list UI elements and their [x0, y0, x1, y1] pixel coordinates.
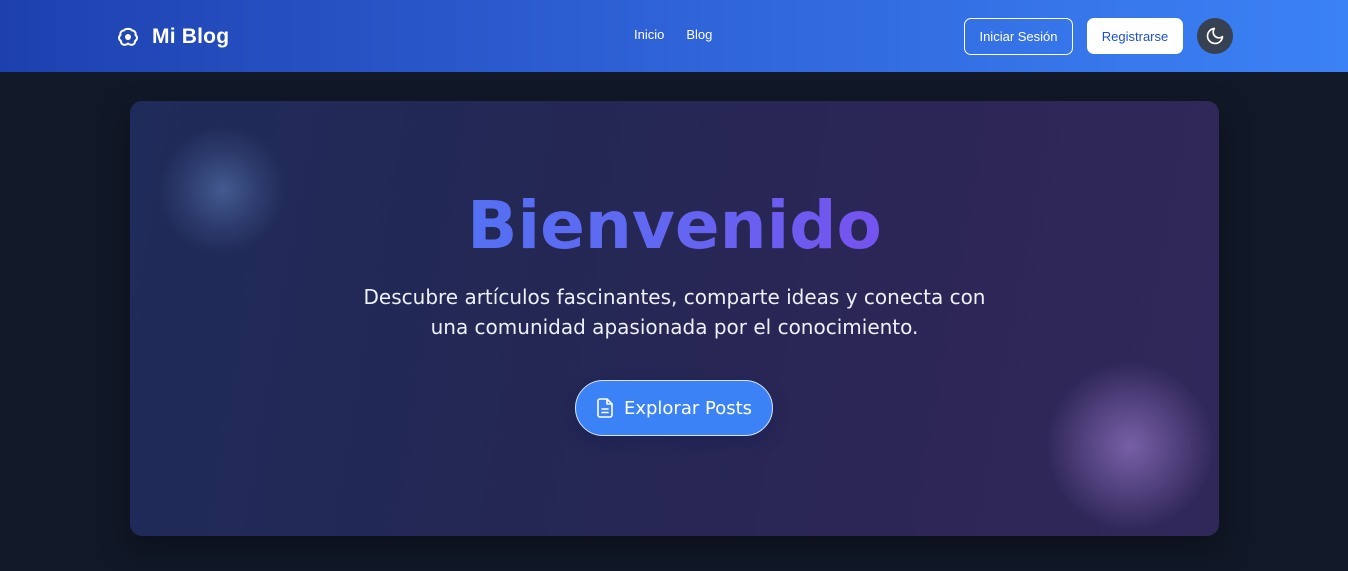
moon-icon [1206, 27, 1224, 45]
nav-link-blog[interactable]: Blog [686, 27, 712, 42]
hero-section: Bienvenido Descubre artículos fascinante… [130, 101, 1219, 536]
register-button[interactable]: Registrarse [1087, 18, 1183, 54]
theme-toggle-button[interactable] [1197, 18, 1233, 54]
hero-description: Descubre artículos fascinantes, comparte… [363, 285, 986, 339]
explore-posts-label: Explorar Posts [623, 397, 753, 419]
explore-posts-button[interactable]: Explorar Posts [575, 380, 773, 436]
decorative-glow [1045, 361, 1215, 531]
nav-link-inicio[interactable]: Inicio [634, 27, 664, 42]
brand-link[interactable]: Mi Blog [116, 22, 229, 52]
document-icon [597, 398, 613, 418]
hero-title: Bienvenido [130, 187, 1219, 265]
brand-name: Mi Blog [152, 25, 230, 48]
nav-links: Inicio Blog [634, 27, 712, 42]
navbar: Mi Blog Inicio Blog Iniciar Sesión Regis… [0, 0, 1348, 72]
brain-icon [118, 27, 138, 46]
login-button[interactable]: Iniciar Sesión [964, 18, 1073, 55]
